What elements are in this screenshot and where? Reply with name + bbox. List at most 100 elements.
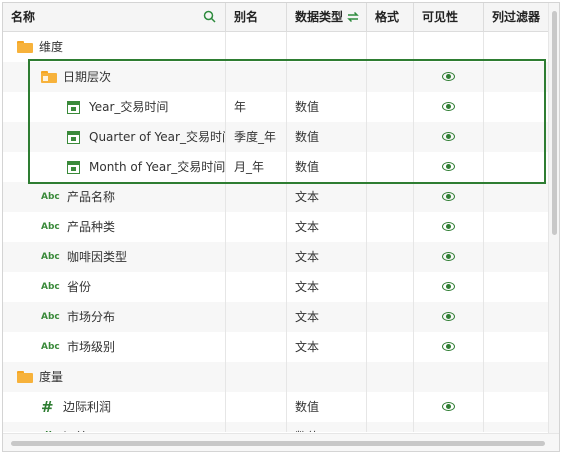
field-datatype-cell[interactable] xyxy=(287,362,367,392)
column-header-format[interactable]: 格式 xyxy=(367,3,414,31)
field-visibility-cell xyxy=(414,332,484,362)
field-row[interactable]: # 订单ID 数值 xyxy=(3,422,548,432)
field-row[interactable]: Abc 省份 文本 xyxy=(3,272,548,302)
folder-row[interactable]: 维度 xyxy=(3,32,548,62)
field-row[interactable]: Quarter of Year_交易时间 季度_年 数值 xyxy=(3,122,548,152)
field-row[interactable]: Abc 产品名称 文本 xyxy=(3,182,548,212)
field-column-filter-cell[interactable] xyxy=(484,122,548,152)
field-format-cell[interactable] xyxy=(367,62,414,92)
field-alias-cell[interactable] xyxy=(226,302,287,332)
eye-icon[interactable] xyxy=(442,102,455,111)
field-format-cell[interactable] xyxy=(367,92,414,122)
field-format-cell[interactable] xyxy=(367,422,414,432)
field-visibility-cell xyxy=(414,272,484,302)
field-datatype-cell[interactable]: 文本 xyxy=(287,182,367,212)
field-alias-cell[interactable] xyxy=(226,182,287,212)
eye-icon[interactable] xyxy=(442,402,455,411)
field-datatype-cell[interactable]: 文本 xyxy=(287,332,367,362)
field-format-cell[interactable] xyxy=(367,362,414,392)
swap-icon[interactable] xyxy=(346,3,360,31)
eye-icon[interactable] xyxy=(442,342,455,351)
search-icon[interactable] xyxy=(203,3,216,31)
field-name-cell: Abc 市场分布 xyxy=(3,302,226,332)
field-datatype-cell[interactable]: 数值 xyxy=(287,392,367,422)
field-alias-cell[interactable] xyxy=(226,62,287,92)
column-header-name[interactable]: 名称 xyxy=(3,3,226,31)
field-datatype-cell[interactable]: 数值 xyxy=(287,152,367,182)
field-column-filter-cell[interactable] xyxy=(484,332,548,362)
vertical-scrollbar-thumb[interactable] xyxy=(552,11,557,235)
field-row[interactable]: Abc 市场级别 文本 xyxy=(3,332,548,362)
field-name-label: 市场级别 xyxy=(67,340,116,354)
field-format-cell[interactable] xyxy=(367,242,414,272)
eye-icon[interactable] xyxy=(442,72,455,81)
field-column-filter-cell[interactable] xyxy=(484,272,548,302)
field-datatype-cell[interactable]: 文本 xyxy=(287,302,367,332)
horizontal-scrollbar-thumb[interactable] xyxy=(11,441,545,446)
field-format-cell[interactable] xyxy=(367,212,414,242)
eye-icon[interactable] xyxy=(442,192,455,201)
field-column-filter-cell[interactable] xyxy=(484,182,548,212)
field-alias-cell[interactable]: 季度_年 xyxy=(226,122,287,152)
eye-icon[interactable] xyxy=(442,312,455,321)
field-format-cell[interactable] xyxy=(367,152,414,182)
field-datatype-cell[interactable]: 数值 xyxy=(287,92,367,122)
field-datatype-cell[interactable] xyxy=(287,32,367,62)
folder-row[interactable]: 度量 xyxy=(3,362,548,392)
field-format-cell[interactable] xyxy=(367,302,414,332)
calendar-icon xyxy=(67,92,80,122)
field-row[interactable]: Abc 咖啡因类型 文本 xyxy=(3,242,548,272)
field-row[interactable]: Month of Year_交易时间 月_年 数值 xyxy=(3,152,548,182)
eye-icon[interactable] xyxy=(442,222,455,231)
field-column-filter-cell[interactable] xyxy=(484,212,548,242)
field-row[interactable]: Year_交易时间 年数值 xyxy=(3,92,548,122)
field-format-cell[interactable] xyxy=(367,122,414,152)
field-row[interactable]: 日期层次 xyxy=(3,62,548,92)
field-visibility-cell xyxy=(414,362,484,392)
field-format-cell[interactable] xyxy=(367,182,414,212)
field-datatype-cell[interactable] xyxy=(287,62,367,92)
field-alias-cell[interactable] xyxy=(226,272,287,302)
field-datatype-cell[interactable]: 文本 xyxy=(287,272,367,302)
field-column-filter-cell[interactable] xyxy=(484,92,548,122)
field-alias-cell[interactable] xyxy=(226,392,287,422)
field-row[interactable]: Abc 产品种类 文本 xyxy=(3,212,548,242)
field-format-cell[interactable] xyxy=(367,32,414,62)
field-row[interactable]: Abc 市场分布 文本 xyxy=(3,302,548,332)
eye-icon[interactable] xyxy=(442,132,455,141)
field-visibility-cell xyxy=(414,422,484,432)
field-alias-cell[interactable] xyxy=(226,32,287,62)
column-header-visibility[interactable]: 可见性 xyxy=(414,3,484,31)
column-header-alias[interactable]: 别名 xyxy=(226,3,287,31)
field-format-cell[interactable] xyxy=(367,392,414,422)
field-datatype-cell[interactable]: 数值 xyxy=(287,122,367,152)
field-column-filter-cell[interactable] xyxy=(484,242,548,272)
field-column-filter-cell[interactable] xyxy=(484,62,548,92)
field-alias-cell[interactable]: 年 xyxy=(226,92,287,122)
field-format-cell[interactable] xyxy=(367,272,414,302)
field-row[interactable]: # 边际利润 数值 xyxy=(3,392,548,422)
field-alias-cell[interactable] xyxy=(226,362,287,392)
eye-icon[interactable] xyxy=(442,282,455,291)
field-datatype-cell[interactable]: 文本 xyxy=(287,212,367,242)
field-format-cell[interactable] xyxy=(367,332,414,362)
column-header-column-filter[interactable]: 列过滤器 xyxy=(484,3,548,31)
field-datatype-cell[interactable]: 数值 xyxy=(287,422,367,432)
field-alias-cell[interactable] xyxy=(226,332,287,362)
field-column-filter-cell[interactable] xyxy=(484,302,548,332)
vertical-scrollbar[interactable] xyxy=(548,3,559,433)
field-column-filter-cell[interactable] xyxy=(484,392,548,422)
field-visibility-cell xyxy=(414,32,484,62)
eye-icon[interactable] xyxy=(442,252,455,261)
field-column-filter-cell[interactable] xyxy=(484,362,548,392)
eye-icon[interactable] xyxy=(442,162,455,171)
field-datatype-cell[interactable]: 文本 xyxy=(287,242,367,272)
field-alias-cell[interactable]: 月_年 xyxy=(226,152,287,182)
field-alias-cell[interactable] xyxy=(226,422,287,432)
field-alias-cell[interactable] xyxy=(226,242,287,272)
field-column-filter-cell[interactable] xyxy=(484,32,548,62)
horizontal-scrollbar[interactable] xyxy=(3,433,559,451)
field-column-filter-cell[interactable] xyxy=(484,152,548,182)
field-alias-cell[interactable] xyxy=(226,212,287,242)
field-column-filter-cell[interactable] xyxy=(484,422,548,432)
